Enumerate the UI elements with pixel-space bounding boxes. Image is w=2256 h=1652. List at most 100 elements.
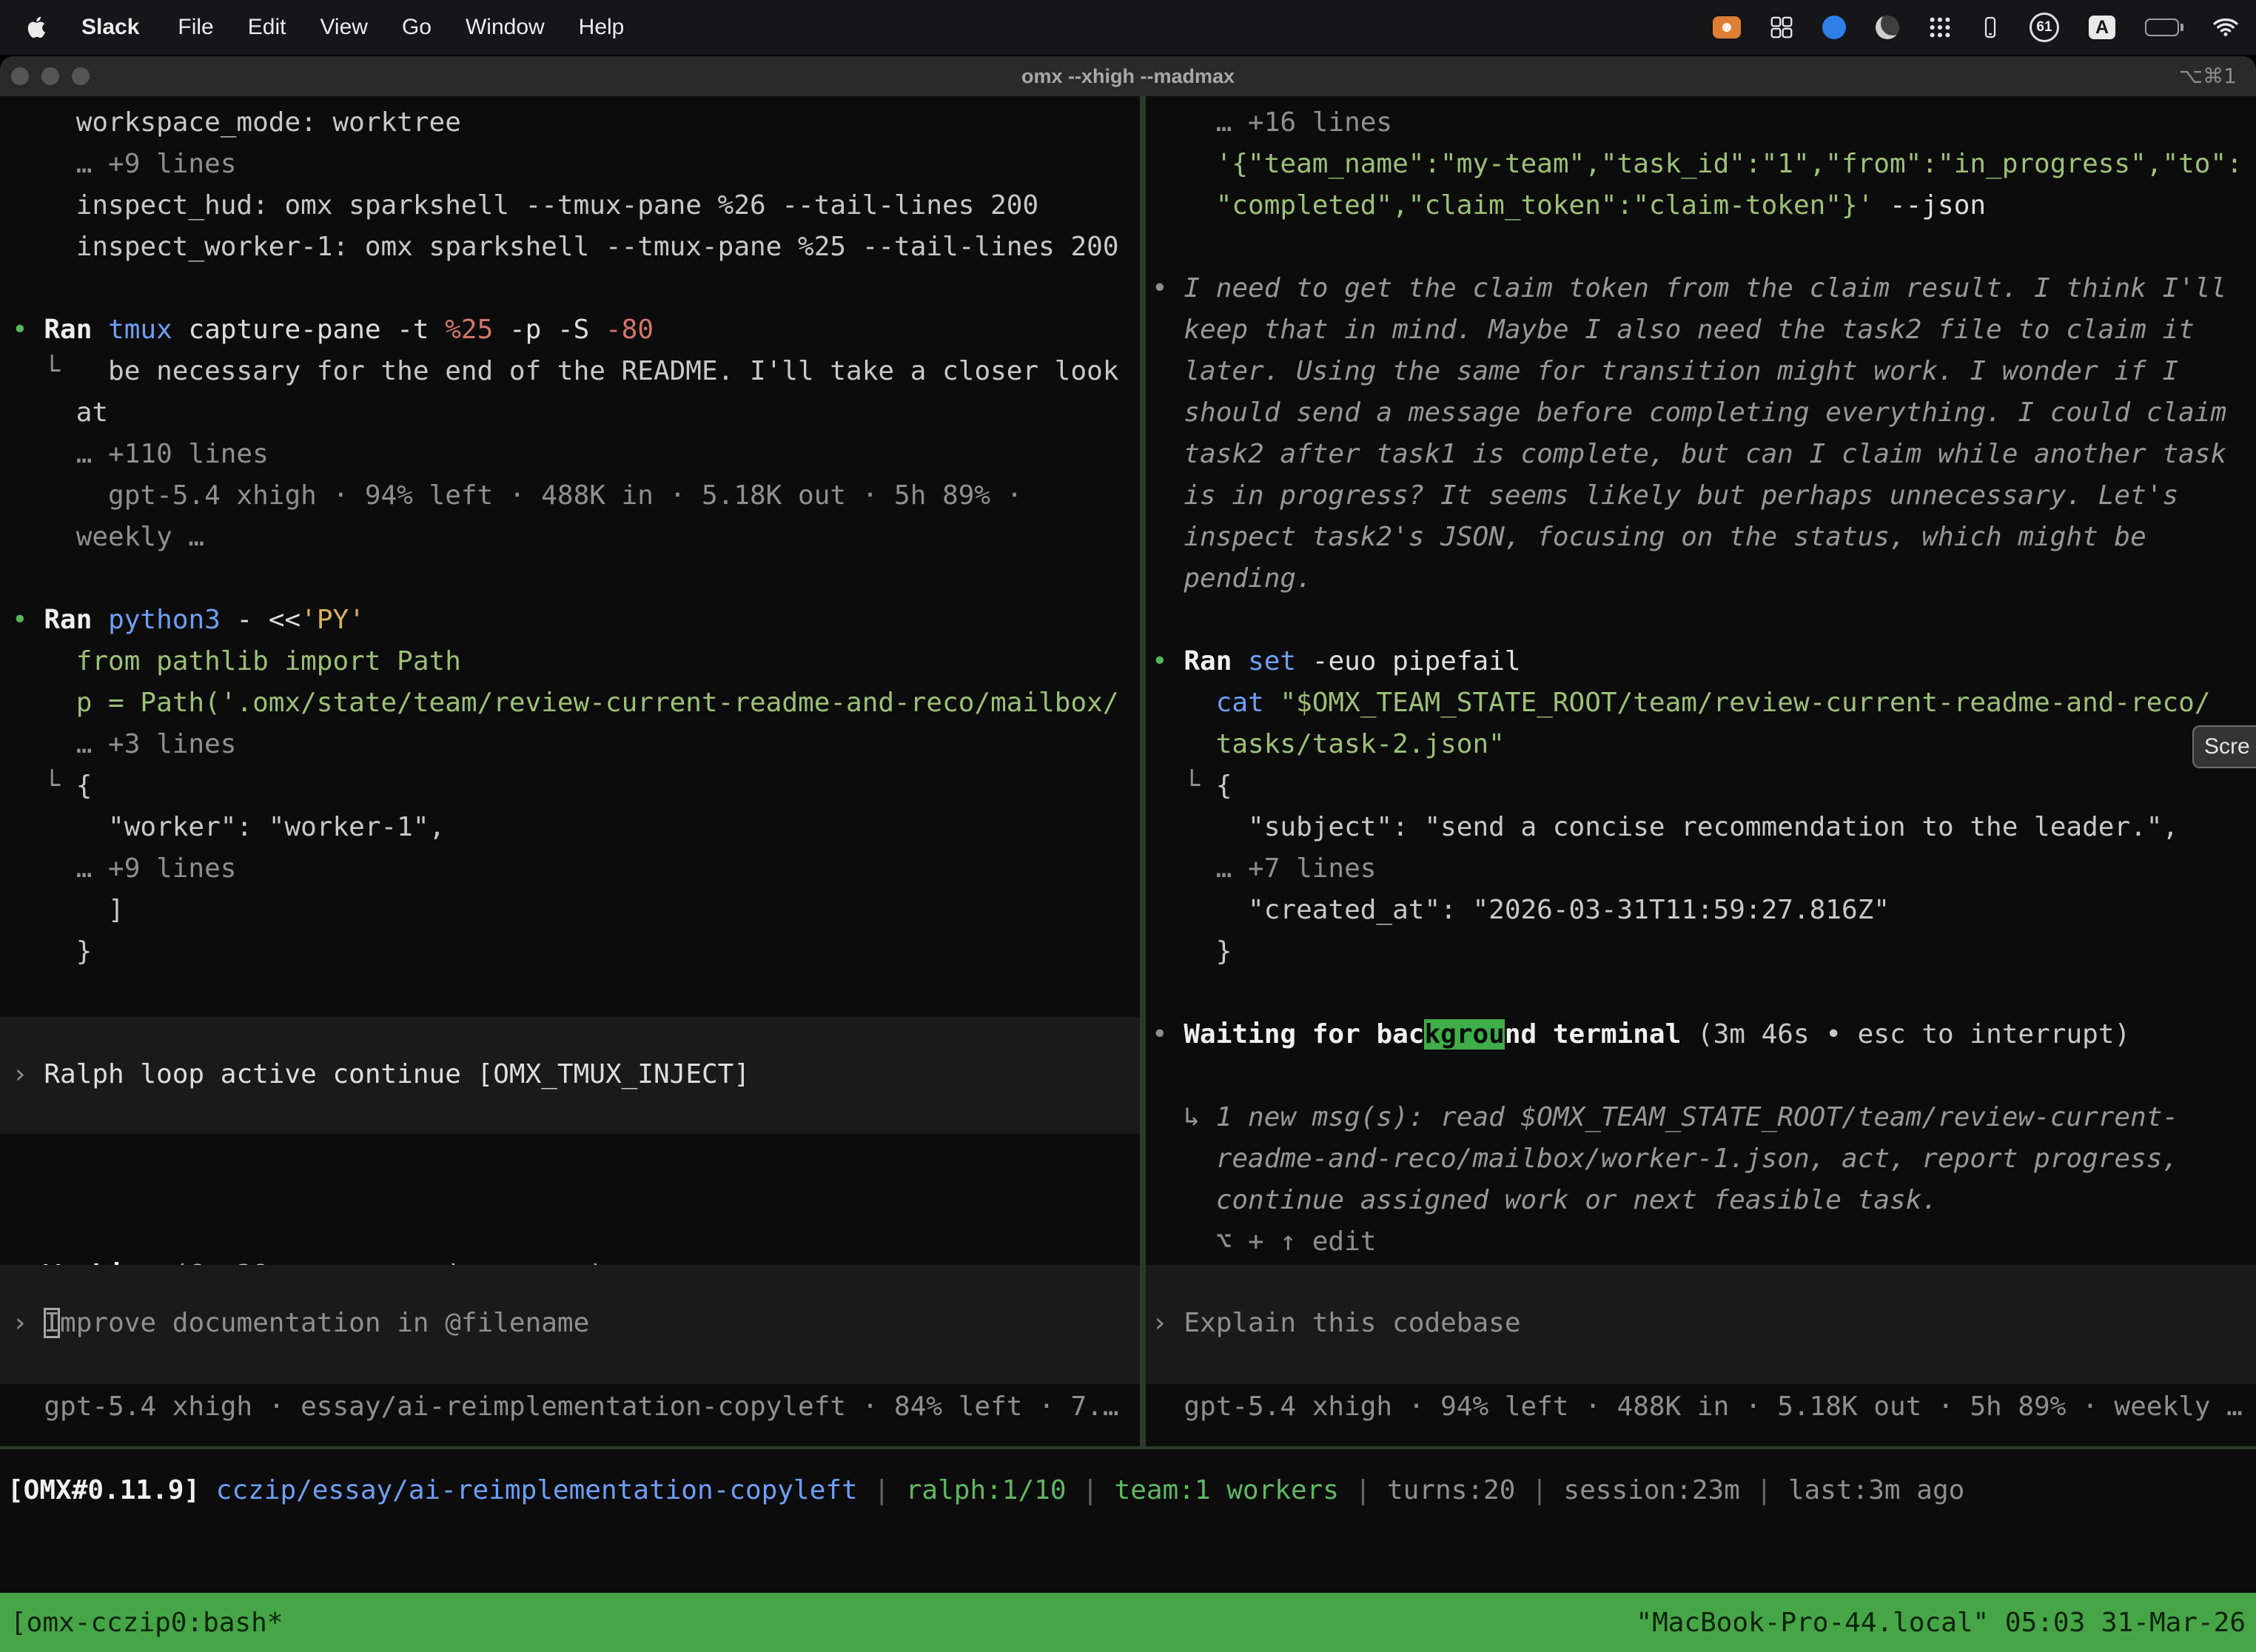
terminal-line: p = Path('.omx/state/team/review-current… (12, 682, 1140, 724)
screen-recording-indicator-icon[interactable] (1713, 16, 1741, 38)
terminal-line: '{"team_name":"my-team","task_id":"1","f… (1152, 144, 2256, 185)
battery-body (2145, 19, 2179, 36)
wifi-icon[interactable] (2213, 18, 2238, 37)
terminal-line: … +16 lines (1152, 102, 2256, 144)
terminal-line: • Waiting for background terminal (3m 46… (1152, 1014, 2256, 1055)
terminal-line (1152, 973, 2256, 1014)
battery-icon[interactable] (2145, 19, 2183, 36)
terminal-line: gpt-5.4 xhigh · 94% left · 488K in · 5.1… (12, 475, 1140, 517)
terminal-line: keep that in mind. Maybe I also need the… (1152, 309, 2256, 351)
menu-item-go[interactable]: Go (402, 15, 432, 40)
window-grid-icon[interactable] (1770, 16, 1793, 38)
terminal-line: [OMX#0.11.9] cczip/essay/ai-reimplementa… (7, 1470, 1964, 1511)
window-title-bar[interactable]: omx --xhigh --madmax ⌥⌘1 (0, 56, 2256, 96)
battery-nub (2181, 24, 2183, 31)
terminal-line: … +7 lines (1152, 848, 2256, 890)
right-input-band[interactable]: › Explain this codebase (1146, 1265, 2256, 1384)
terminal-line: readme-and-reco/mailbox/worker-1.json, a… (1152, 1138, 2256, 1180)
terminal-line (12, 268, 1140, 309)
record-dot-icon (1722, 23, 1731, 32)
terminal-line: └ { (12, 765, 1140, 807)
window-title: omx --xhigh --madmax (1021, 56, 1235, 96)
terminal-line: … +110 lines (12, 434, 1140, 475)
window-shortcut-badge: ⌥⌘1 (2179, 56, 2237, 96)
terminal-line: › Ralph loop active continue [OMX_TMUX_I… (12, 1054, 1140, 1095)
omx-hud-status-line: [OMX#0.11.9] cczip/essay/ai-reimplementa… (7, 1470, 1964, 1511)
battery-percent-value: 61 (2036, 19, 2052, 36)
terminal-line: weekly … (12, 517, 1140, 558)
menu-bar-status-icons: 61 A (1713, 13, 2238, 42)
right-pane-scrollback: … +16 lines '{"team_name":"my-team","tas… (1152, 102, 2256, 1263)
terminal-line: › Improve documentation in @filename (12, 1303, 1140, 1344)
left-terminal-pane: workspace_mode: worktree … +9 lines insp… (0, 96, 1140, 1446)
apple-logo-icon (27, 16, 46, 38)
terminal-line: ⌥ + ↑ edit (1152, 1221, 2256, 1263)
left-pane-scrollback: workspace_mode: worktree … +9 lines insp… (12, 102, 1140, 973)
menu-bar: Slack File Edit View Go Window Help 61 (0, 0, 2256, 55)
dark-app-icon[interactable] (1876, 16, 1899, 39)
terminal-line: "completed","claim_token":"claim-token"}… (1152, 185, 2256, 226)
terminal-line: should send a message before completing … (1152, 392, 2256, 434)
screen-tooltip: Scre (2192, 725, 2256, 768)
terminal-line: inspect task2's JSON, focusing on the st… (1152, 517, 2256, 558)
terminal-line: • Ran python3 - <<'PY' (12, 600, 1140, 641)
tmux-status-bar: [omx-cczip0:bash* "MacBook-Pro-44.local"… (0, 1593, 2256, 1652)
left-input-placeholder: › Improve documentation in @filename (12, 1303, 1140, 1344)
terminal-line: is in progress? It seems likely but perh… (1152, 475, 2256, 517)
blue-app-icon[interactable] (1822, 16, 1846, 39)
terminal-window: omx --xhigh --madmax ⌥⌘1 workspace_mode:… (0, 56, 2256, 1652)
zoom-button[interactable] (72, 67, 90, 85)
terminal-line: "subject": "send a concise recommendatio… (1152, 807, 2256, 848)
terminal-line: • Ran set -euo pipefail (1152, 641, 2256, 682)
battery-percent-ring-icon[interactable]: 61 (2030, 13, 2059, 42)
terminal-line: "created_at": "2026-03-31T11:59:27.816Z" (1152, 890, 2256, 931)
left-input-band[interactable]: › Improve documentation in @filename (0, 1265, 1140, 1384)
left-prompt-band-ralph[interactable]: › Ralph loop active continue [OMX_TMUX_I… (0, 1017, 1140, 1134)
menu-item-edit[interactable]: Edit (248, 15, 286, 40)
terminal-line: workspace_mode: worktree (12, 102, 1140, 144)
menu-item-window[interactable]: Window (466, 15, 545, 40)
terminal-line: › Explain this codebase (1152, 1303, 2256, 1344)
terminal-line (12, 558, 1140, 600)
dots-grid-icon[interactable] (1929, 16, 1951, 38)
menu-item-help[interactable]: Help (579, 15, 625, 40)
terminal-line: ] (12, 890, 1140, 931)
terminal-line: at (12, 392, 1140, 434)
right-input-placeholder: › Explain this codebase (1152, 1303, 2256, 1344)
terminal-line (1152, 600, 2256, 641)
terminal-content: workspace_mode: worktree … +9 lines insp… (0, 96, 2256, 1652)
input-source-icon[interactable]: A (2089, 16, 2115, 39)
menu-item-view[interactable]: View (320, 15, 367, 40)
utility-app-icon[interactable] (1981, 16, 2000, 38)
apple-menu[interactable] (27, 16, 46, 38)
terminal-line: └ { (1152, 765, 2256, 807)
terminal-line (1152, 226, 2256, 268)
terminal-line: … +9 lines (12, 848, 1140, 890)
pane-divider-vertical[interactable] (1140, 96, 1146, 1446)
terminal-line: • I need to get the claim token from the… (1152, 268, 2256, 309)
terminal-line: • Ran tmux capture-pane -t %25 -p -S -80 (12, 309, 1140, 351)
active-app-menu[interactable]: Slack (81, 15, 139, 40)
terminal-line: ↳ 1 new msg(s): read $OMX_TEAM_STATE_ROO… (1152, 1097, 2256, 1138)
terminal-line: cat "$OMX_TEAM_STATE_ROOT/team/review-cu… (1152, 682, 2256, 724)
terminal-line: } (12, 931, 1140, 973)
terminal-line: inspect_worker-1: omx sparkshell --tmux-… (12, 226, 1140, 268)
minimize-button[interactable] (41, 67, 59, 85)
terminal-line: … +3 lines (12, 724, 1140, 765)
terminal-line: } (1152, 931, 2256, 973)
terminal-line (1152, 1055, 2256, 1097)
terminal-line: inspect_hud: omx sparkshell --tmux-pane … (12, 185, 1140, 226)
right-terminal-pane: … +16 lines '{"team_name":"my-team","tas… (1146, 96, 2256, 1446)
terminal-line: continue assigned work or next feasible … (1152, 1180, 2256, 1221)
menu-item-file[interactable]: File (178, 15, 213, 40)
pane-divider-horizontal (0, 1446, 2256, 1449)
terminal-line: … +9 lines (12, 144, 1140, 185)
terminal-line: pending. (1152, 558, 2256, 600)
terminal-line: gpt-5.4 xhigh · essay/ai-reimplementatio… (12, 1386, 1119, 1428)
ralph-loop-prompt: › Ralph loop active continue [OMX_TMUX_I… (12, 1054, 1140, 1095)
close-button[interactable] (11, 67, 29, 85)
terminal-line: "worker": "worker-1", (12, 807, 1140, 848)
terminal-line: tasks/task-2.json" (1152, 724, 2256, 765)
terminal-line: later. Using the same for transition mig… (1152, 351, 2256, 392)
left-model-status-line: gpt-5.4 xhigh · essay/ai-reimplementatio… (12, 1386, 1119, 1428)
